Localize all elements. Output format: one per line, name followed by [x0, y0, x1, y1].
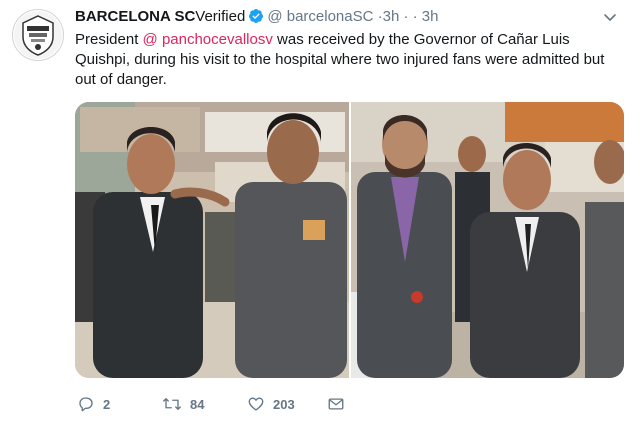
reply-icon [79, 397, 93, 412]
barcelona-sc-crest-icon [14, 11, 62, 59]
retweet-count: 84 [190, 396, 205, 412]
tweet-card[interactable]: BARCELONA SCVerified @ barcelonaSC ·3h · … [0, 0, 640, 422]
tweet-header: BARCELONA SCVerified @ barcelonaSC ·3h · … [75, 7, 438, 30]
mention-link[interactable]: @ panchocevallosv [143, 31, 273, 48]
photo-right[interactable] [351, 102, 624, 378]
tweet-photos[interactable] [75, 102, 624, 378]
retweet-icon [163, 398, 181, 410]
reply-button[interactable]: 2 [77, 395, 162, 413]
author-handle[interactable]: @ barcelonaSC [267, 8, 373, 25]
envelope-icon [328, 398, 344, 410]
verified-icon [248, 8, 264, 30]
chevron-down-icon[interactable] [602, 9, 618, 25]
photo-left[interactable] [75, 102, 349, 378]
tweet-timestamp[interactable]: ·3h · · 3h [378, 8, 439, 25]
like-count: 203 [273, 396, 295, 412]
direct-message-button[interactable] [327, 395, 367, 413]
author-name[interactable]: BARCELONA SC [75, 8, 195, 25]
like-button[interactable]: 203 [247, 395, 327, 413]
tweet-actions: 2 84 203 [77, 393, 367, 415]
author-avatar[interactable] [12, 9, 64, 61]
retweet-button[interactable]: 84 [162, 395, 247, 413]
verified-label: Verified [195, 8, 246, 25]
heart-icon [248, 397, 264, 411]
reply-count: 2 [103, 396, 111, 412]
tweet-text: President @ panchocevallosv was received… [75, 30, 623, 90]
tweet-text-before: President [75, 31, 143, 48]
tweet-media[interactable] [75, 102, 624, 378]
